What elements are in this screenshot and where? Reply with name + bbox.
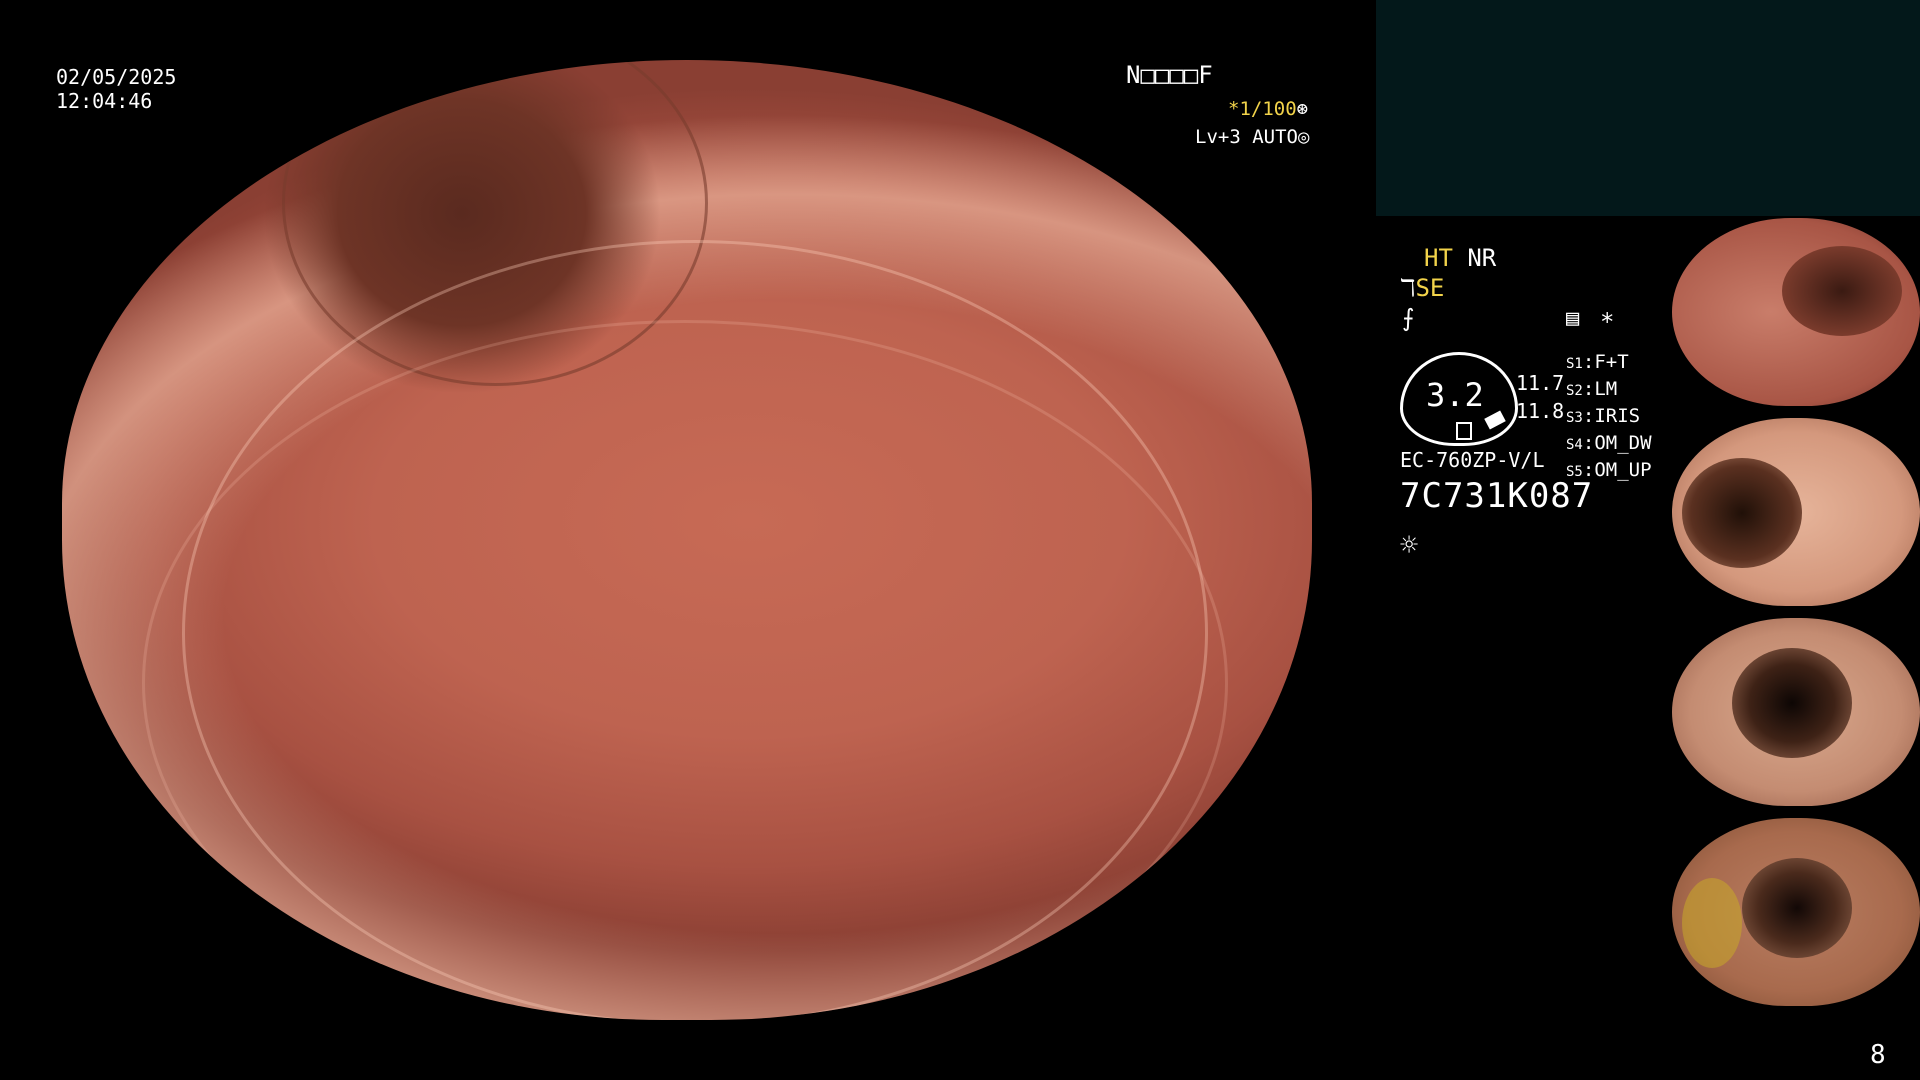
shutter-readout: *1/100⊛ bbox=[1228, 98, 1308, 120]
nr-label: NR bbox=[1467, 244, 1497, 272]
light-icon: ☼ bbox=[1400, 528, 1419, 563]
mode-code: N□□□□F bbox=[1126, 61, 1213, 89]
exam-time: 12:04:46 bbox=[56, 89, 153, 113]
thumbnail-1[interactable] bbox=[1672, 218, 1920, 406]
info-panel-top bbox=[1376, 0, 1920, 216]
endoscopic-main-image bbox=[62, 60, 1312, 1020]
level-readout: Lv+3 AUTO◎ bbox=[1195, 126, 1309, 148]
shutter-speed: *1/100 bbox=[1228, 98, 1297, 120]
exam-date: 02/05/2025 bbox=[56, 65, 177, 89]
thumbnail-strip[interactable] bbox=[1670, 216, 1920, 1016]
se-icon: ℸ bbox=[1400, 274, 1416, 302]
switch-item: S1:F+T bbox=[1566, 351, 1629, 373]
thumbnail-2[interactable] bbox=[1672, 418, 1920, 606]
mucosal-fold-outer bbox=[142, 320, 1228, 1020]
scope-serial: 7C731K087 bbox=[1400, 476, 1594, 516]
auto-icon: ◎ bbox=[1297, 126, 1310, 148]
page-number: 8 bbox=[1870, 1040, 1886, 1070]
thumbnail-4[interactable] bbox=[1672, 818, 1920, 1006]
thumbnail-3[interactable] bbox=[1672, 618, 1920, 806]
level-value: Lv+3 AUTO bbox=[1195, 126, 1298, 148]
scope-model: EC-760ZP-V/L bbox=[1400, 448, 1545, 472]
value-lower: 11.8 bbox=[1516, 399, 1565, 423]
ht-nr-status: HT NR bbox=[1424, 244, 1496, 272]
switch-item: S4:OM_DW bbox=[1566, 432, 1652, 454]
se-label: SE bbox=[1415, 274, 1445, 302]
scale-marker-icon bbox=[1456, 422, 1472, 440]
memo-icon: ▤ bbox=[1566, 306, 1580, 331]
star-indicator: * bbox=[1600, 308, 1615, 336]
value-upper: 11.7 bbox=[1516, 371, 1565, 395]
f-icon: ⨍ bbox=[1402, 304, 1415, 332]
switch-item: S3:IRIS bbox=[1566, 405, 1641, 427]
zoom-value: 3.2 bbox=[1426, 376, 1484, 414]
switch-item: S2:LM bbox=[1566, 378, 1618, 400]
switch-list: S1:F+T S2:LM S3:IRIS S4:OM_DW S5:OM_UP bbox=[1566, 350, 1652, 485]
shutter-icon: ⊛ bbox=[1296, 98, 1309, 120]
se-status: ℸSE bbox=[1400, 274, 1444, 302]
ht-label: HT bbox=[1424, 244, 1453, 272]
